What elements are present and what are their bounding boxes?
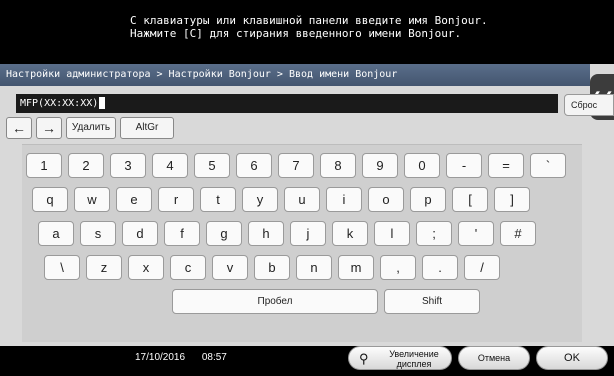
- key-1-4[interactable]: 4: [152, 153, 188, 178]
- breadcrumb: Настройки администратора > Настройки Bon…: [0, 64, 590, 86]
- instruction-line-2: Нажмите [C] для стирания введенного имен…: [130, 27, 462, 40]
- key-4-3[interactable]: x: [128, 255, 164, 280]
- key-3-1[interactable]: a: [38, 221, 74, 246]
- key-4-10[interactable]: .: [422, 255, 458, 280]
- key-1-10[interactable]: 0: [404, 153, 440, 178]
- zoom-label-line-2: дисплея: [396, 359, 432, 369]
- key-1-2[interactable]: 2: [68, 153, 104, 178]
- key-4-8[interactable]: m: [338, 255, 374, 280]
- time-text: 08:57: [201, 352, 227, 363]
- display-zoom-button[interactable]: ⚲ Увеличение дисплея: [348, 346, 452, 370]
- key-2-12[interactable]: ]: [494, 187, 530, 212]
- screen: С клавиатуры или клавишной панели введит…: [0, 0, 614, 376]
- magnifier-icon: ⚲: [359, 351, 369, 366]
- key-2-7[interactable]: u: [284, 187, 320, 212]
- date-text: 17/10/2016: [135, 352, 186, 363]
- key-3-10[interactable]: ;: [416, 221, 452, 246]
- key-3-7[interactable]: j: [290, 221, 326, 246]
- on-screen-keyboard: 1 2 3 4 5 6 7 8 9 0- = ` q w e r t y u i o p[] a s d f g h j k l; ' # \ z x…: [22, 144, 582, 342]
- date-time: 17/10/2016 08:57: [135, 352, 227, 363]
- key-4-5[interactable]: v: [212, 255, 248, 280]
- key-3-3[interactable]: d: [122, 221, 158, 246]
- key-3-12[interactable]: #: [500, 221, 536, 246]
- key-4-11[interactable]: /: [464, 255, 500, 280]
- cursor-left-button[interactable]: ←: [6, 117, 32, 139]
- cursor-right-button[interactable]: →: [36, 117, 62, 139]
- key-3-6[interactable]: h: [248, 221, 284, 246]
- key-1-13[interactable]: `: [530, 153, 566, 178]
- key-2-2[interactable]: w: [74, 187, 110, 212]
- instruction-line-1: С клавиатуры или клавишной панели введит…: [130, 14, 488, 27]
- key-2-9[interactable]: o: [368, 187, 404, 212]
- key-2-8[interactable]: i: [326, 187, 362, 212]
- key-1-11[interactable]: -: [446, 153, 482, 178]
- key-2-4[interactable]: r: [158, 187, 194, 212]
- key-4-6[interactable]: b: [254, 255, 290, 280]
- key-2-11[interactable]: [: [452, 187, 488, 212]
- key-1-6[interactable]: 6: [236, 153, 272, 178]
- key-2-1[interactable]: q: [32, 187, 68, 212]
- bonjour-name-input[interactable]: MFP(XX:XX:XX): [16, 94, 558, 113]
- key-1-9[interactable]: 9: [362, 153, 398, 178]
- key-3-11[interactable]: ': [458, 221, 494, 246]
- ok-button[interactable]: OK: [536, 346, 608, 370]
- key-2-6[interactable]: y: [242, 187, 278, 212]
- key-1-8[interactable]: 8: [320, 153, 356, 178]
- delete-button[interactable]: Удалить: [66, 117, 116, 139]
- zoom-label-line-1: Увеличение: [389, 349, 439, 359]
- reset-button[interactable]: Сброс: [564, 94, 614, 116]
- key-3-4[interactable]: f: [164, 221, 200, 246]
- altgr-button[interactable]: AltGr: [120, 117, 174, 139]
- key-2-5[interactable]: t: [200, 187, 236, 212]
- key-1-12[interactable]: =: [488, 153, 524, 178]
- key-4-1[interactable]: \: [44, 255, 80, 280]
- input-value: MFP(XX:XX:XX): [20, 98, 99, 109]
- key-4-7[interactable]: n: [296, 255, 332, 280]
- key-1-7[interactable]: 7: [278, 153, 314, 178]
- key-2-10[interactable]: p: [410, 187, 446, 212]
- input-panel: Настройки администратора > Настройки Bon…: [0, 64, 614, 346]
- key-3-5[interactable]: g: [206, 221, 242, 246]
- key-3-9[interactable]: l: [374, 221, 410, 246]
- key-3-2[interactable]: s: [80, 221, 116, 246]
- key-3-8[interactable]: k: [332, 221, 368, 246]
- key-1-5[interactable]: 5: [194, 153, 230, 178]
- key-1-1[interactable]: 1: [26, 153, 62, 178]
- instruction-message: С клавиатуры или клавишной панели введит…: [128, 6, 614, 60]
- key-4-2[interactable]: z: [86, 255, 122, 280]
- shift-key[interactable]: Shift: [384, 289, 480, 314]
- key-1-3[interactable]: 3: [110, 153, 146, 178]
- text-cursor: [99, 97, 106, 109]
- space-key[interactable]: Пробел: [172, 289, 378, 314]
- key-4-4[interactable]: c: [170, 255, 206, 280]
- key-4-9[interactable]: ,: [380, 255, 416, 280]
- key-2-3[interactable]: e: [116, 187, 152, 212]
- cancel-button[interactable]: Отмена: [458, 346, 530, 370]
